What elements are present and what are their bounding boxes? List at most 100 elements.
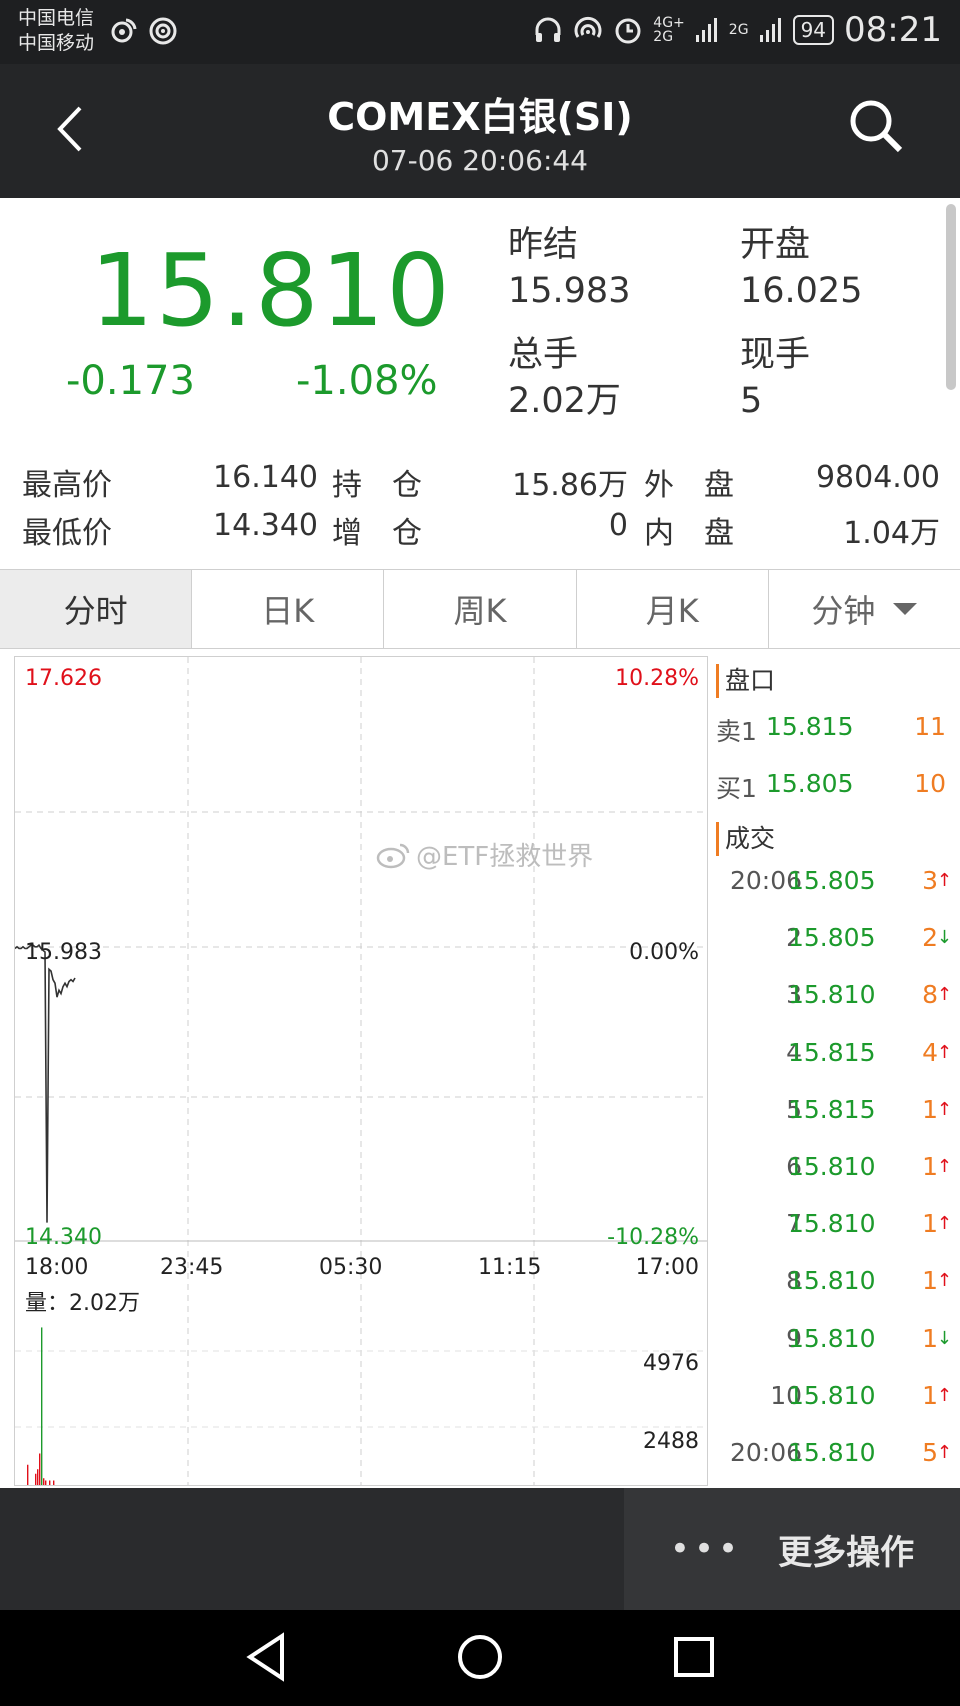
trade-row: 6 15.810 1 ↑ bbox=[712, 1142, 960, 1199]
trade-volume: 3 bbox=[922, 866, 938, 895]
trade-price: 15.805 bbox=[788, 923, 876, 953]
chevron-down-icon bbox=[893, 603, 918, 615]
low-value: 14.340 bbox=[213, 508, 318, 543]
volume-bar bbox=[41, 1327, 43, 1485]
nav-recent-icon[interactable] bbox=[672, 1632, 716, 1682]
trade-row: 20:06 15.810 5 ↑ bbox=[712, 1428, 960, 1485]
chart-tabs: 分时 日K 周K 月K 分钟 bbox=[0, 569, 960, 649]
carrier-info: 中国电信 中国移动 bbox=[18, 6, 94, 56]
more-actions-button[interactable]: ••• 更多操作 bbox=[624, 1488, 960, 1610]
trade-price: 15.815 bbox=[788, 1037, 876, 1067]
volume-legend: 量：2.02万 bbox=[25, 1285, 140, 1317]
network-4g: 4G+ 2G bbox=[653, 15, 685, 45]
outer-value: 9804.00 bbox=[815, 460, 940, 495]
arrow-up-icon: ↑ bbox=[936, 1384, 952, 1406]
trades-header: 成交 bbox=[716, 822, 960, 856]
open-interest-label: 持 仓 bbox=[332, 468, 422, 503]
tab-minutes[interactable]: 分钟 bbox=[769, 570, 960, 648]
trade-price: 15.810 bbox=[788, 1323, 876, 1353]
clock: 08:21 bbox=[844, 10, 942, 50]
x-tick-2: 23:45 bbox=[160, 1255, 224, 1280]
current-volume-block: 现手 5 bbox=[740, 332, 810, 424]
trade-volume: 1 bbox=[922, 1151, 938, 1181]
tab-weekly-k[interactable]: 周K bbox=[384, 570, 577, 648]
price-line bbox=[15, 943, 76, 1223]
current-volume-label: 现手 bbox=[740, 335, 811, 375]
open-label: 开盘 bbox=[740, 225, 811, 265]
more-icon: ••• bbox=[669, 1529, 743, 1569]
trade-row: 7 15.810 1 ↑ bbox=[712, 1199, 960, 1256]
trade-row: 3 15.810 8 ↑ bbox=[712, 970, 960, 1027]
y-mid-label: 15.983 bbox=[25, 940, 102, 965]
arrow-up-icon: ↑ bbox=[936, 1270, 952, 1292]
trade-volume: 4 bbox=[922, 1037, 938, 1067]
nav-back-icon[interactable] bbox=[244, 1632, 288, 1682]
ask-row: 卖1 15.815 11 bbox=[712, 698, 960, 755]
vol-tick-high: 4976 bbox=[643, 1351, 699, 1376]
arrow-down-icon: ↓ bbox=[936, 927, 952, 949]
trade-row: 9 15.810 1 ↓ bbox=[712, 1314, 960, 1371]
volume-bar bbox=[45, 1480, 47, 1485]
chart-svg bbox=[15, 657, 707, 1485]
trade-price: 15.815 bbox=[788, 1094, 876, 1124]
prev-settle-value: 15.983 bbox=[508, 271, 631, 311]
arrow-up-icon: ↑ bbox=[936, 1041, 952, 1063]
open-interest-value: 15.86万 bbox=[512, 468, 628, 503]
nav-home-icon[interactable] bbox=[456, 1632, 504, 1682]
y-max-label: 17.626 bbox=[25, 666, 102, 691]
volume-total: 2.02万 bbox=[69, 1291, 141, 1316]
hotspot-icon bbox=[149, 17, 177, 45]
carrier-2: 中国移动 bbox=[18, 32, 95, 54]
alarm-icon bbox=[615, 18, 641, 44]
trade-price: 15.810 bbox=[788, 1266, 876, 1296]
weibo-icon bbox=[111, 18, 137, 43]
current-volume-value: 5 bbox=[740, 381, 763, 421]
trade-volume: 8 bbox=[922, 980, 938, 1010]
search-icon[interactable] bbox=[848, 98, 904, 154]
y-min-pct: -10.28% bbox=[607, 1225, 699, 1250]
volume-bar bbox=[37, 1469, 39, 1485]
watermark-text: @ETF拯救世界 bbox=[416, 842, 594, 872]
signal-icon-2 bbox=[759, 18, 781, 42]
volume-bar bbox=[35, 1473, 37, 1485]
low-label: 最低价 bbox=[22, 516, 112, 551]
ask-label: 卖1 bbox=[716, 717, 757, 746]
intraday-chart[interactable]: 17.626 10.28% 15.983 0.00% 14.340 -10.28… bbox=[14, 656, 708, 1486]
last-price: 15.810 bbox=[90, 232, 452, 349]
tab-daily-k[interactable]: 日K bbox=[192, 570, 385, 648]
network-2g: 2G bbox=[728, 22, 749, 38]
trade-row: 2 15.805 2 ↓ bbox=[712, 913, 960, 970]
trades-list[interactable]: 20:06 15.805 3 ↑ 2 15.805 2 ↓ 3 15.810 8 ↑ 4 15.815 4 ↑… bbox=[712, 856, 960, 1485]
bid-row: 买1 15.805 10 bbox=[712, 755, 960, 812]
trade-row: 20:06 15.805 3 ↑ bbox=[712, 856, 960, 913]
carrier-1: 中国电信 bbox=[18, 7, 95, 29]
more-actions-label: 更多操作 bbox=[778, 1532, 915, 1573]
y-min-label: 14.340 bbox=[25, 1225, 102, 1250]
arrow-up-icon: ↑ bbox=[936, 1155, 952, 1177]
x-tick-5: 17:00 bbox=[635, 1255, 699, 1280]
inner-label: 内 盘 bbox=[644, 516, 734, 551]
trade-volume: 2 bbox=[922, 923, 938, 953]
trade-row: 8 15.810 1 ↑ bbox=[712, 1256, 960, 1313]
arrow-up-icon: ↑ bbox=[936, 1098, 952, 1120]
app-header: COMEX白银(SI) 07-06 20:06:44 bbox=[0, 64, 960, 198]
tab-monthly-k[interactable]: 月K bbox=[577, 570, 769, 648]
volume-bar bbox=[53, 1480, 55, 1485]
trade-price: 15.805 bbox=[788, 866, 876, 895]
signal-icon-1 bbox=[695, 18, 717, 42]
outer-label: 外 盘 bbox=[644, 468, 734, 503]
scrollbar[interactable] bbox=[946, 204, 956, 390]
ask-volume: 11 bbox=[914, 712, 946, 741]
trade-price: 15.810 bbox=[788, 1437, 876, 1467]
order-book: 盘口 卖1 15.815 11 买1 15.805 10 成交 20:06 15.… bbox=[712, 656, 960, 1486]
volume-label: 量： bbox=[25, 1291, 70, 1316]
arrow-up-icon: ↑ bbox=[936, 984, 952, 1006]
x-tick-3: 05:30 bbox=[319, 1255, 383, 1280]
x-tick-4: 11:15 bbox=[478, 1255, 542, 1280]
bid-price: 15.805 bbox=[766, 769, 854, 798]
page-title: COMEX白银(SI) bbox=[327, 95, 633, 139]
tab-intraday[interactable]: 分时 bbox=[0, 570, 193, 648]
hotspot-icon-2 bbox=[574, 16, 602, 38]
trade-price: 15.810 bbox=[788, 1380, 876, 1410]
ask-price: 15.815 bbox=[766, 712, 854, 741]
